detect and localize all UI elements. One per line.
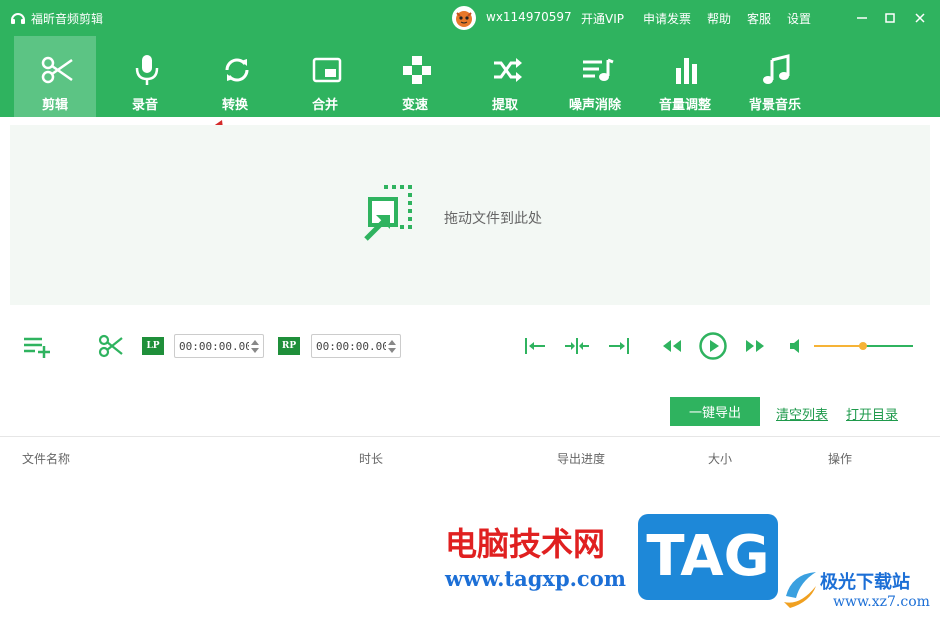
play-icon[interactable] — [698, 331, 728, 361]
microphone-icon — [135, 55, 159, 85]
column-duration: 时长 — [359, 452, 384, 466]
music-note-icon — [763, 54, 790, 84]
watermark-site-url: www.xz7.com — [833, 594, 930, 610]
watermark-site-name: 极光下载站 — [820, 572, 910, 593]
export-button[interactable]: 一键导出 — [670, 397, 760, 426]
speed-icon — [403, 56, 431, 84]
tool-cut[interactable]: 剪辑 — [14, 36, 96, 117]
volume-bars-icon — [676, 58, 697, 84]
tool-label: 录音 — [131, 98, 158, 113]
tool-volume[interactable]: 音量调整 — [644, 36, 726, 117]
column-size: 大小 — [708, 452, 733, 466]
invoice-link[interactable]: 申请发票 — [643, 10, 691, 27]
merge-icon — [312, 57, 342, 83]
avatar[interactable] — [452, 6, 476, 30]
watermark-tag-logo: TAG — [638, 514, 778, 600]
scissors-icon — [41, 56, 73, 84]
settings-link[interactable]: 设置 — [787, 10, 811, 27]
fast-forward-icon[interactable] — [744, 338, 766, 354]
open-dir-link[interactable]: 打开目录 — [846, 404, 898, 423]
clear-list-link[interactable]: 清空列表 — [776, 404, 828, 423]
lp-time-input[interactable] — [179, 338, 249, 354]
tool-label: 变速 — [401, 98, 428, 113]
tool-extract[interactable]: 提取 — [464, 36, 546, 117]
add-list-icon[interactable] — [22, 334, 52, 358]
rewind-icon[interactable] — [661, 338, 683, 354]
help-link[interactable]: 帮助 — [707, 10, 731, 27]
username[interactable]: wx114970597 — [486, 10, 572, 24]
rp-time-input[interactable] — [316, 338, 386, 354]
lp-time-field[interactable] — [174, 334, 264, 358]
drop-zone[interactable]: 拖动文件到此处 — [10, 125, 930, 305]
tool-speed[interactable]: 变速 — [374, 36, 456, 117]
title-bar: 福昕音频剪辑 wx114970597 开通VIP 申请发票 帮助 客服 设置 — [0, 0, 940, 36]
volume-slider[interactable] — [814, 342, 913, 350]
close-icon[interactable] — [910, 8, 930, 28]
vip-link[interactable]: 开通VIP — [581, 10, 624, 27]
watermark-url: www.tagxp.com — [445, 566, 626, 591]
file-table-header: 文件名称 时长 导出进度 大小 操作 — [0, 436, 940, 476]
main-toolbar: 剪辑 录音 转换 合并 变速 提取 噪声消除 音量调整 背景音乐 — [0, 36, 940, 117]
app-logo-icon — [11, 13, 25, 24]
drop-hint: 拖动文件到此处 — [444, 211, 542, 227]
noise-reduce-icon — [583, 58, 614, 81]
volume-fill — [814, 345, 863, 347]
tool-label: 转换 — [221, 98, 248, 113]
volume-icon[interactable] — [788, 338, 806, 354]
tool-label: 合并 — [311, 98, 338, 113]
support-link[interactable]: 客服 — [747, 10, 771, 27]
column-actions: 操作 — [828, 452, 853, 466]
cut-icon[interactable] — [98, 334, 124, 358]
tool-bg-music[interactable]: 背景音乐 — [734, 36, 816, 117]
tool-label: 背景音乐 — [748, 98, 801, 113]
volume-knob[interactable] — [858, 342, 867, 350]
spin-up-icon[interactable] — [251, 339, 259, 345]
jump-start-icon[interactable] — [523, 336, 547, 356]
rp-time-field[interactable] — [311, 334, 401, 358]
minimize-icon[interactable] — [852, 8, 872, 28]
rp-tag: RP — [278, 337, 300, 355]
avatar-image — [456, 11, 472, 27]
spin-up-icon[interactable] — [388, 339, 396, 345]
watermark-aurora-icon — [784, 572, 816, 608]
tool-record[interactable]: 录音 — [104, 36, 186, 117]
tool-label: 剪辑 — [41, 98, 68, 113]
jump-end-icon[interactable] — [607, 336, 631, 356]
column-filename: 文件名称 — [22, 452, 71, 466]
tool-label: 噪声消除 — [568, 98, 621, 113]
shuffle-icon — [494, 58, 522, 82]
tool-noise-reduce[interactable]: 噪声消除 — [554, 36, 636, 117]
tool-label: 提取 — [491, 98, 518, 113]
drag-file-icon — [364, 185, 412, 241]
split-middle-icon[interactable] — [564, 336, 590, 356]
app-title: 福昕音频剪辑 — [31, 12, 104, 26]
tool-merge[interactable]: 合并 — [284, 36, 366, 117]
watermark-cn-text: 电脑技术网 — [445, 525, 606, 563]
convert-icon — [225, 58, 249, 82]
tool-label: 音量调整 — [658, 98, 711, 113]
maximize-icon[interactable] — [880, 8, 900, 28]
controls-bar: LP RP — [0, 328, 940, 364]
spin-down-icon[interactable] — [251, 348, 259, 354]
lp-tag: LP — [142, 337, 164, 355]
tool-convert[interactable]: 转换 — [194, 36, 276, 117]
column-progress: 导出进度 — [557, 452, 606, 466]
spin-down-icon[interactable] — [388, 348, 396, 354]
